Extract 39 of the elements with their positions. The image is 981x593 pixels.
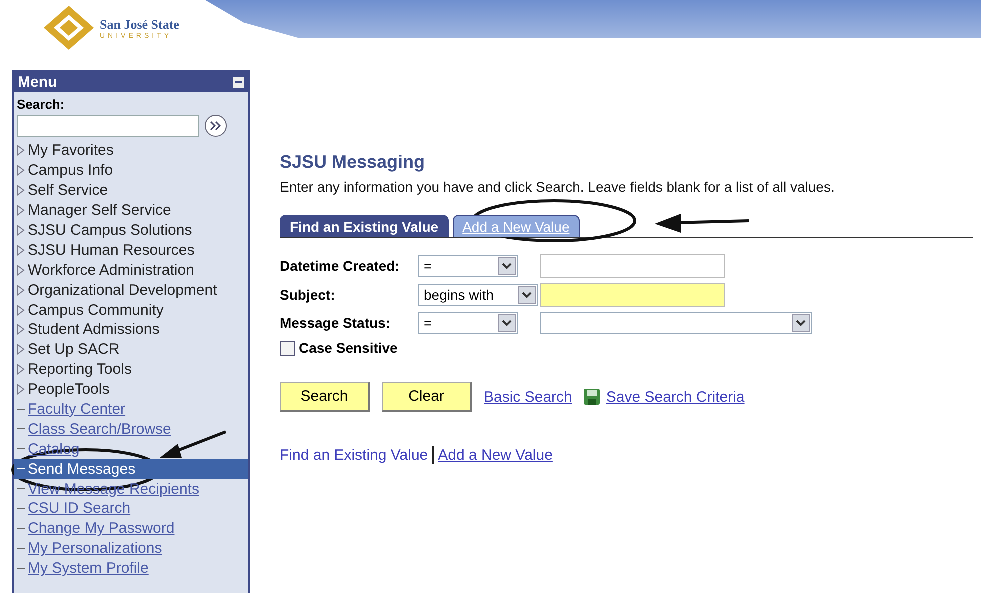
menu-item[interactable]: SJSU Human Resources <box>14 240 248 260</box>
menu-item[interactable]: Organizational Development <box>14 280 248 300</box>
menu-item[interactable]: Reporting Tools <box>14 360 248 380</box>
basic-search-link[interactable]: Basic Search <box>484 388 572 406</box>
search-label: Search: <box>16 96 66 114</box>
menu-item[interactable]: My System Profile <box>14 558 248 579</box>
field-label: Datetime Created: <box>280 258 401 274</box>
menu-item[interactable]: Set Up SACR <box>14 340 248 360</box>
menu-item[interactable]: CSU ID Search <box>14 499 248 519</box>
menu-item[interactable]: Change My Password <box>14 518 248 539</box>
menu-item[interactable]: Campus Info <box>14 160 248 181</box>
menu-item[interactable]: My Personalizations <box>14 538 248 559</box>
menu-item[interactable]: Faculty Center <box>14 400 248 420</box>
footer-link[interactable]: Find an Existing Value <box>280 446 428 464</box>
operator-dropdown[interactable]: begins with <box>418 284 538 306</box>
instructions: Enter any information you have and click Search. Leave fields blank for a list of all values. <box>280 179 836 195</box>
menu-item[interactable]: Workforce Administration <box>14 260 248 280</box>
action-button[interactable]: Search <box>280 382 370 412</box>
menu-item[interactable]: SJSU Campus Solutions <box>14 220 248 240</box>
save-criteria-link[interactable]: Save Search Criteria <box>606 388 745 406</box>
checkbox-label: Case Sensitive <box>299 340 398 356</box>
menu-item[interactable]: My Favorites <box>14 141 248 161</box>
menu-item[interactable]: Manager Self Service <box>14 200 248 221</box>
menu-item[interactable]: Campus Community <box>14 300 248 320</box>
logo-name: San José State <box>100 16 180 32</box>
menu-item[interactable]: PeopleTools <box>14 380 248 400</box>
menu-item[interactable]: Class Search/Browse <box>14 419 248 440</box>
menu-item[interactable]: Send Messages <box>14 459 248 480</box>
operator-dropdown[interactable]: = <box>418 255 518 277</box>
menu-item[interactable]: Self Service <box>14 180 248 201</box>
tab[interactable]: Find an Existing Value <box>280 215 449 237</box>
menu-item[interactable]: Student Admissions <box>14 320 248 340</box>
field-label: Message Status: <box>280 315 392 331</box>
menu-title: Menu <box>18 74 58 90</box>
page-title: SJSU Messaging <box>280 152 426 173</box>
footer-link[interactable]: Add a New Value <box>438 446 553 464</box>
action-button[interactable]: Clear <box>382 382 472 412</box>
field-label: Subject: <box>280 287 336 303</box>
operator-dropdown[interactable]: = <box>418 312 518 334</box>
